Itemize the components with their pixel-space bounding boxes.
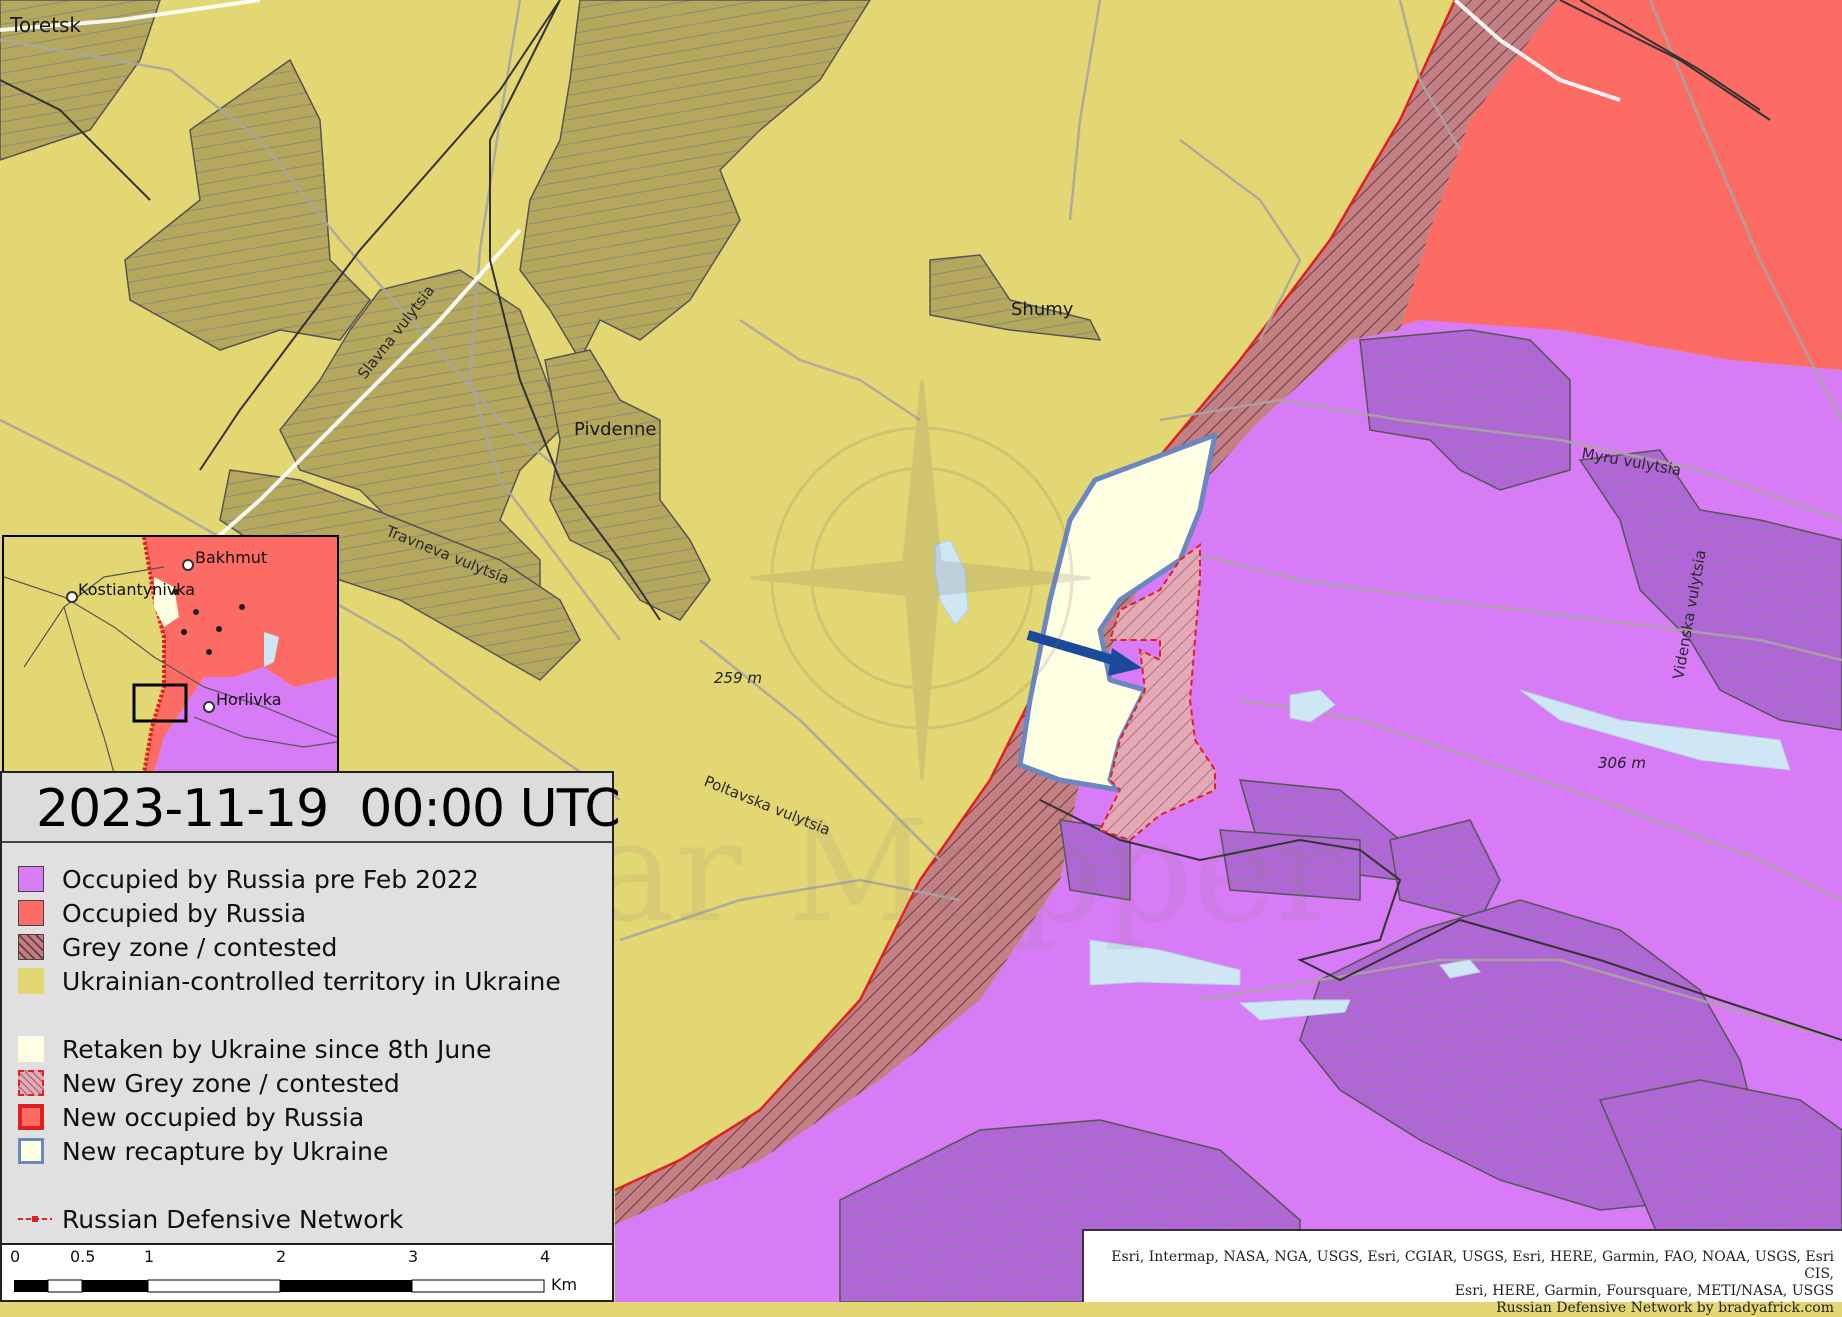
legend-swatch-pre2022 <box>18 866 44 892</box>
legend-label: Retaken by Ukraine since 8th June <box>62 1034 492 1064</box>
inset-label-horlivka: Horlivka <box>216 690 282 709</box>
legend: 2023-11-19 00:00 UTC Occupied by Russia … <box>0 771 621 1243</box>
scale-tick: 0.5 <box>70 1247 96 1266</box>
inset-city-marker <box>203 701 215 713</box>
attribution-credits: Esri, Intermap, NASA, NGA, USGS, Esri, C… <box>1082 1229 1842 1316</box>
legend-item: New Grey zone / contested <box>18 1068 400 1098</box>
inset-city-marker <box>182 559 194 571</box>
legend-swatch-new-recapture <box>18 1138 44 1164</box>
legend-item: Ukrainian-controlled territory in Ukrain… <box>18 966 561 996</box>
inset-label-kostiantynivka: Kostiantynivka <box>78 580 195 599</box>
legend-item: Occupied by Russia <box>18 898 307 928</box>
credits-line: Russian Defensive Network by bradyafrick… <box>1496 1300 1834 1316</box>
place-label-pivdenne: Pivdenne <box>574 419 657 440</box>
legend-items: Occupied by Russia pre Feb 2022 Occupied… <box>2 841 612 1243</box>
legend-label: New recapture by Ukraine <box>62 1136 389 1166</box>
place-label-shumy: Shumy <box>1011 299 1074 320</box>
scale-tick: 4 <box>540 1247 551 1266</box>
scale-tick: 3 <box>408 1247 419 1266</box>
legend-swatch-occupied <box>18 900 44 926</box>
elevation-label: 259 m <box>714 669 762 687</box>
legend-swatch-grey-zone <box>18 934 44 960</box>
elevation-label: 306 m <box>1598 754 1646 772</box>
inset-overview-map: Bakhmut Kostiantynivka Horlivka <box>2 535 339 775</box>
scale-tick: 2 <box>276 1247 287 1266</box>
credits-line: Esri, Intermap, NASA, NGA, USGS, Esri, C… <box>1111 1249 1834 1282</box>
legend-swatch-defensive-line <box>18 1216 52 1222</box>
legend-item: New recapture by Ukraine <box>18 1136 389 1166</box>
inset-svg: Bakhmut Kostiantynivka Horlivka <box>4 537 337 773</box>
legend-label: Grey zone / contested <box>62 932 338 962</box>
legend-label: Occupied by Russia <box>62 898 307 928</box>
legend-item: Grey zone / contested <box>18 932 338 962</box>
legend-label: New Grey zone / contested <box>62 1068 400 1098</box>
scale-bar: 0 0.5 1 2 3 4 Km <box>0 1243 614 1302</box>
legend-item: Retaken by Ukraine since 8th June <box>18 1034 492 1064</box>
legend-item: Occupied by Russia pre Feb 2022 <box>18 864 479 894</box>
credits-line: Esri, HERE, Garmin, Foursquare, METI/NAS… <box>1454 1283 1834 1299</box>
legend-label: New occupied by Russia <box>62 1102 365 1132</box>
place-label-toretsk: Toretsk <box>9 13 81 37</box>
legend-swatch-new-occupied <box>18 1104 44 1130</box>
legend-label: Russian Defensive Network <box>62 1204 404 1234</box>
inset-label-bakhmut: Bakhmut <box>195 548 267 567</box>
inset-city-marker <box>66 591 78 603</box>
legend-swatch-new-grey <box>18 1070 44 1096</box>
legend-swatch-retaken <box>18 1036 44 1062</box>
scale-tick: 0 <box>10 1247 21 1266</box>
scale-bar-graphic <box>14 1279 545 1293</box>
legend-item: New occupied by Russia <box>18 1102 365 1132</box>
legend-label: Ukrainian-controlled territory in Ukrain… <box>62 966 561 996</box>
legend-label: Occupied by Russia pre Feb 2022 <box>62 864 479 894</box>
legend-datetime: 2023-11-19 00:00 UTC <box>36 779 621 839</box>
scale-unit: Km <box>551 1275 578 1294</box>
scale-tick: 1 <box>144 1247 155 1266</box>
legend-swatch-ukraine <box>18 968 44 994</box>
legend-item: Russian Defensive Network <box>18 1204 404 1234</box>
